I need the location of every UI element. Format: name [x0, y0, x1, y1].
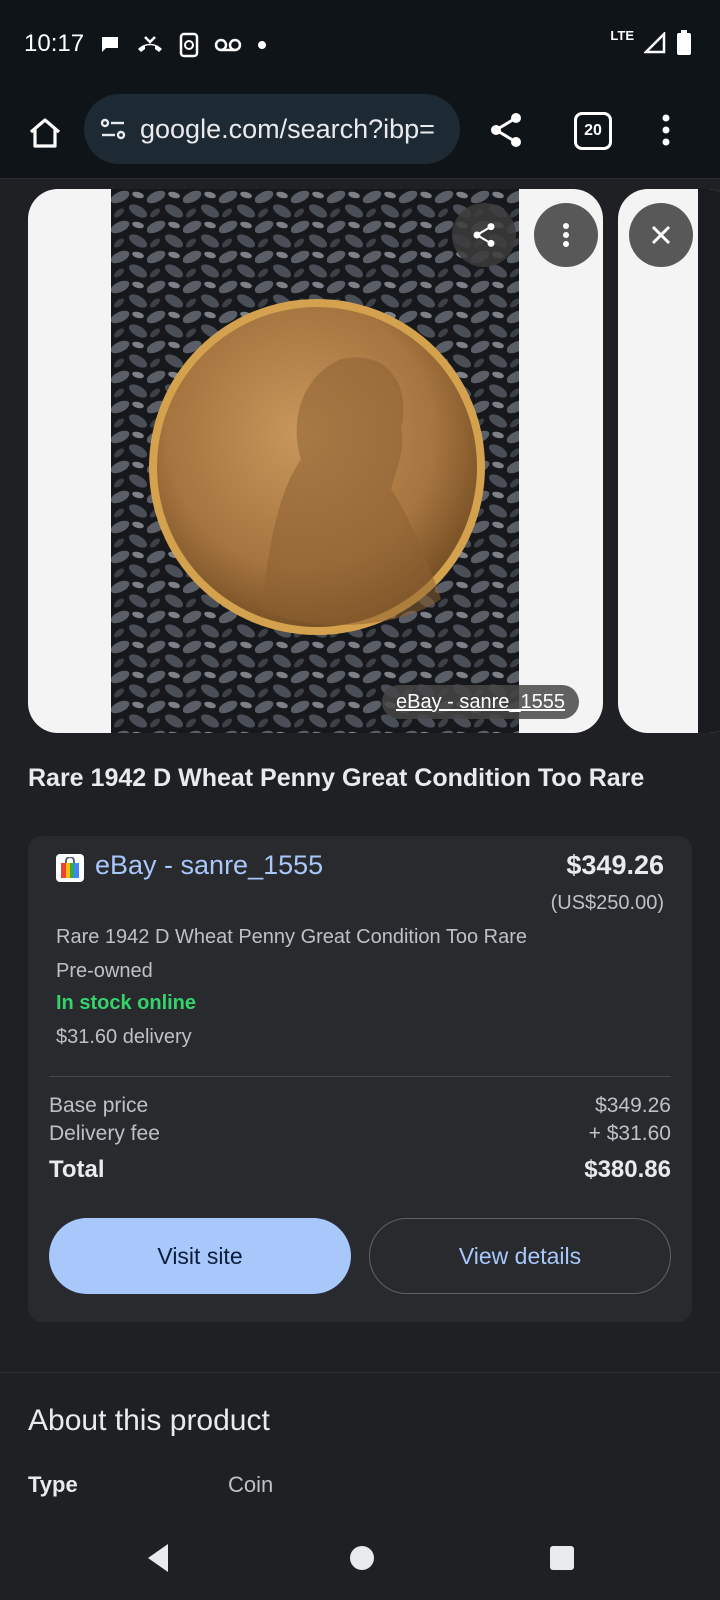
delivery-fee-value: + $31.60: [588, 1122, 671, 1145]
share-icon: [473, 223, 495, 247]
network-type: LTE: [610, 27, 634, 43]
view-details-button[interactable]: View details: [369, 1218, 671, 1294]
next-photo: [698, 189, 720, 733]
share-button[interactable]: [486, 110, 532, 156]
base-price-label: Base price: [49, 1094, 149, 1117]
more-vert-icon: [662, 114, 670, 146]
status-time: 10:17: [24, 30, 85, 57]
product-image-card[interactable]: eBay - sanre_1555: [28, 189, 603, 733]
total-label: Total: [49, 1156, 105, 1183]
offer-description: Rare 1942 D Wheat Penny Great Condition …: [56, 926, 528, 948]
section-divider: [0, 1372, 720, 1373]
base-price-value: $349.26: [595, 1094, 671, 1117]
delivery-fee-label: Delivery fee: [49, 1122, 160, 1145]
image-more-button[interactable]: [534, 203, 598, 267]
image-source-link[interactable]: eBay - sanre_1555: [382, 685, 580, 719]
browser-toolbar: google.com/search?ibp= 20: [0, 88, 720, 179]
recents-icon[interactable]: [548, 1544, 576, 1572]
share-icon: [491, 113, 521, 147]
browser-menu-button[interactable]: [660, 110, 696, 156]
close-button[interactable]: [629, 203, 693, 267]
about-section-title: About this product: [28, 1404, 270, 1437]
offer-condition: Pre-owned: [56, 960, 153, 982]
tab-switcher-button[interactable]: 20: [574, 112, 614, 152]
notification-icons: [98, 32, 268, 58]
visit-site-button[interactable]: Visit site: [49, 1218, 351, 1294]
more-vert-icon: [563, 223, 569, 247]
product-photo: [111, 189, 519, 733]
url-text[interactable]: google.com/search?ibp=: [140, 114, 450, 145]
tab-count: 20: [574, 112, 612, 150]
total-value: $380.86: [584, 1156, 671, 1183]
system-nav-bar: [0, 1516, 720, 1600]
penny-image: [111, 189, 519, 733]
address-bar[interactable]: google.com/search?ibp=: [84, 94, 460, 164]
home-nav-icon[interactable]: [348, 1544, 376, 1572]
next-image-card[interactable]: [618, 189, 720, 733]
battery-icon: [677, 30, 691, 55]
status-bar: 10:17 LTE: [0, 0, 720, 88]
product-title: Rare 1942 D Wheat Penny Great Condition …: [28, 764, 645, 792]
divider: [49, 1076, 671, 1077]
shopping-bag-icon: [56, 854, 84, 882]
voicemail-icon: [214, 38, 242, 52]
spec-value: Coin: [228, 1472, 274, 1497]
spec-label: Type: [28, 1472, 78, 1497]
offer-card: eBay - sanre_1555 $349.26 (US$250.00) Ra…: [28, 836, 692, 1322]
site-settings-icon[interactable]: [98, 114, 128, 144]
home-icon: [29, 118, 61, 148]
signal-icon: [644, 32, 666, 54]
home-button[interactable]: [22, 110, 68, 156]
chat-icon: [102, 37, 118, 52]
system-icons: LTE: [610, 27, 692, 56]
offer-price: $349.26: [566, 850, 664, 880]
close-icon: [651, 225, 671, 245]
delivery-info: $31.60 delivery: [56, 1026, 192, 1048]
image-share-button[interactable]: [452, 203, 516, 267]
back-icon[interactable]: [144, 1542, 172, 1574]
missed-call-icon: [138, 36, 162, 52]
offer-price-original: (US$250.00): [550, 892, 664, 914]
more-notifications-icon: [258, 41, 266, 49]
phone-sync-icon: [179, 32, 199, 58]
store-link[interactable]: eBay - sanre_1555: [95, 850, 323, 881]
stock-status: In stock online: [56, 992, 197, 1014]
